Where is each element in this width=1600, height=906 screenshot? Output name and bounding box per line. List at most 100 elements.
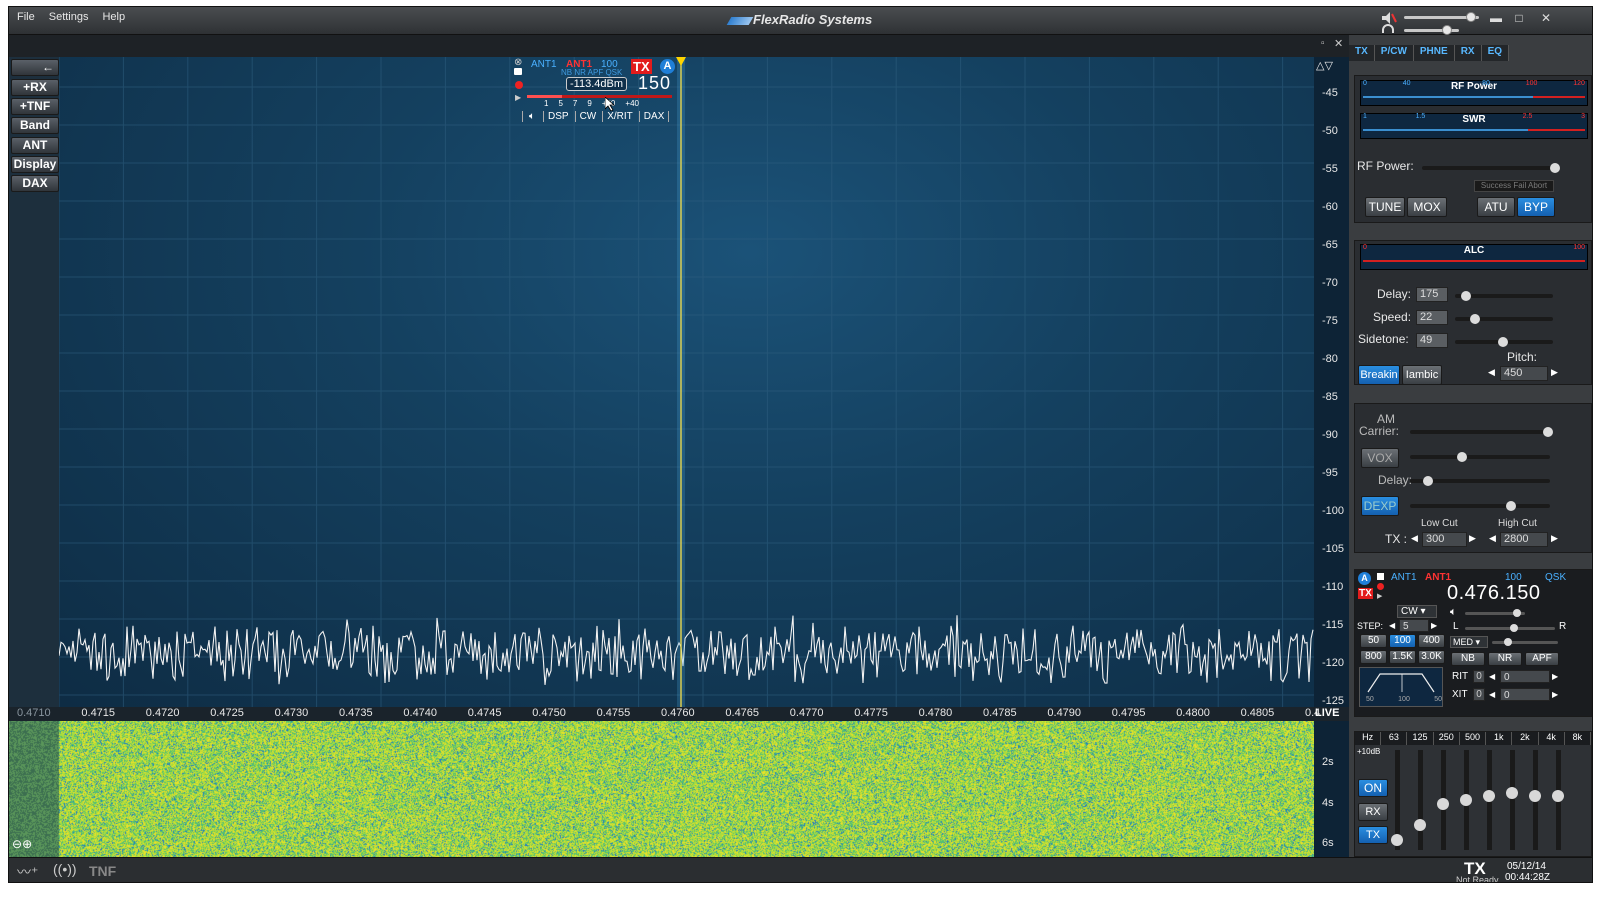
- xit-value[interactable]: 0: [1500, 688, 1550, 701]
- bypass-button[interactable]: BYP: [1517, 197, 1555, 217]
- eq-tx-button[interactable]: TX: [1358, 826, 1388, 844]
- cw-delay-value[interactable]: 175: [1416, 287, 1448, 302]
- pan-float-icon[interactable]: ▫: [1321, 38, 1325, 49]
- add-rx-button[interactable]: +RX: [11, 79, 59, 96]
- menu-file[interactable]: File: [17, 11, 35, 23]
- filter-button[interactable]: 50: [1360, 634, 1387, 648]
- filter-button[interactable]: 3.0K: [1418, 650, 1445, 664]
- filter-button[interactable]: 1.5K: [1389, 650, 1416, 664]
- rx-tx-badge[interactable]: TX: [1358, 588, 1373, 599]
- high-cut-up-icon[interactable]: ▶: [1551, 533, 1558, 544]
- collapse-arrow-button[interactable]: ←: [11, 59, 59, 76]
- eq-band-slider[interactable]: [1552, 750, 1564, 850]
- rf-power-slider[interactable]: [1422, 163, 1560, 173]
- slice-tx-badge[interactable]: TX: [631, 59, 652, 74]
- slice-rx-ant[interactable]: ANT1: [531, 59, 557, 70]
- atu-button[interactable]: ATU: [1477, 197, 1515, 217]
- eq-band-slider[interactable]: [1483, 750, 1495, 850]
- waterfall[interactable]: [9, 721, 1314, 858]
- step-value[interactable]: 5: [1399, 619, 1429, 632]
- filter-passband-graphic[interactable]: 50 100 50: [1359, 667, 1443, 707]
- eq-slider-knob[interactable]: [1506, 786, 1518, 799]
- antenna-icon[interactable]: ((•)): [53, 861, 77, 877]
- panadapter[interactable]: ⊗ ▶ ANT1 ANT1 100 NB NR APF QSK TX A -11…: [59, 57, 1314, 707]
- add-tnf-button[interactable]: +TNF: [11, 98, 59, 115]
- rx-volume-icon[interactable]: 🔈︎: [1450, 606, 1457, 619]
- rx-lock-icon[interactable]: [1377, 573, 1384, 580]
- eq-band-slider[interactable]: [1529, 750, 1541, 850]
- dexp-slider[interactable]: [1410, 501, 1550, 511]
- filter-button[interactable]: 100: [1389, 634, 1416, 648]
- tab-tx[interactable]: TX: [1349, 45, 1375, 61]
- close-button[interactable]: ✕: [1536, 9, 1556, 27]
- minimize-button[interactable]: ▬: [1486, 9, 1506, 27]
- cw-speed-value[interactable]: 22: [1416, 310, 1448, 325]
- rx-volume-slider[interactable]: [1465, 609, 1525, 617]
- slice-tab-cw[interactable]: CW: [574, 111, 601, 122]
- pitch-up-icon[interactable]: ▶: [1551, 367, 1558, 378]
- rit-value[interactable]: 0: [1500, 670, 1550, 683]
- eq-slider-knob[interactable]: [1529, 789, 1541, 802]
- eq-band-slider[interactable]: [1506, 750, 1518, 850]
- filter-button[interactable]: 800: [1360, 650, 1387, 664]
- rit-toggle[interactable]: 0: [1473, 670, 1485, 683]
- rx-play-icon[interactable]: ▶: [1377, 592, 1382, 600]
- agc-threshold-slider[interactable]: [1492, 638, 1558, 646]
- eq-slider-knob[interactable]: [1437, 798, 1449, 811]
- breakin-button[interactable]: Breakin: [1358, 365, 1400, 385]
- rx-ant-label[interactable]: ANT1: [1391, 572, 1417, 583]
- rx-frequency[interactable]: 0.476.150: [1447, 582, 1540, 605]
- iambic-button[interactable]: Iambic: [1402, 365, 1442, 385]
- xit-toggle[interactable]: 0: [1473, 688, 1485, 701]
- add-pan-icon[interactable]: 〰⁺: [17, 862, 38, 882]
- eq-slider-knob[interactable]: [1483, 789, 1495, 802]
- rit-up-icon[interactable]: ▶: [1552, 672, 1558, 681]
- high-cut-value[interactable]: 2800: [1500, 532, 1548, 547]
- tnf-toggle[interactable]: TNF: [89, 863, 116, 879]
- low-cut-value[interactable]: 300: [1422, 532, 1467, 547]
- pan-close-icon[interactable]: ✕: [1334, 37, 1343, 50]
- mode-select[interactable]: CW ▾: [1397, 605, 1437, 618]
- cw-sidetone-slider[interactable]: [1455, 337, 1553, 347]
- eq-slider-knob[interactable]: [1391, 833, 1403, 846]
- cw-sidetone-value[interactable]: 49: [1416, 333, 1448, 348]
- slice-play-icon[interactable]: ▶: [515, 93, 521, 102]
- pitch-down-icon[interactable]: ◀: [1488, 367, 1495, 378]
- xit-up-icon[interactable]: ▶: [1552, 690, 1558, 699]
- low-cut-down-icon[interactable]: ◀: [1411, 533, 1418, 544]
- filter-button[interactable]: 400: [1418, 634, 1445, 648]
- dbm-axis[interactable]: △▽ -45 -50 -55 -60 -65 -70 -75 -80 -85 -90 -95 -100…: [1314, 57, 1349, 712]
- low-cut-up-icon[interactable]: ▶: [1469, 533, 1476, 544]
- eq-slider-knob[interactable]: [1414, 818, 1426, 831]
- slice-close-icon[interactable]: ⊗: [514, 57, 522, 68]
- am-carrier-slider[interactable]: [1410, 427, 1553, 437]
- slice-frequency-suffix[interactable]: 150: [638, 73, 671, 94]
- cw-delay-slider[interactable]: [1455, 291, 1553, 301]
- slice-tab-dsp[interactable]: DSP: [543, 111, 573, 122]
- eq-band-slider[interactable]: [1460, 750, 1472, 850]
- display-button[interactable]: Display: [11, 156, 59, 173]
- slice-tab-dax[interactable]: DAX: [638, 111, 670, 122]
- vox-button[interactable]: VOX: [1361, 448, 1399, 468]
- nr-button[interactable]: NR: [1488, 652, 1522, 666]
- agc-select[interactable]: MED ▾: [1450, 636, 1488, 648]
- slice-lock-icon[interactable]: [514, 68, 522, 75]
- tune-button[interactable]: TUNE: [1365, 197, 1405, 217]
- apf-button[interactable]: APF: [1525, 652, 1559, 666]
- menu-settings[interactable]: Settings: [49, 11, 89, 23]
- menu-help[interactable]: Help: [102, 11, 125, 23]
- tab-phne[interactable]: PHNE: [1414, 45, 1455, 61]
- slice-tab-xrit[interactable]: X/RIT: [602, 111, 637, 122]
- tab-pcw[interactable]: P/CW: [1375, 45, 1414, 61]
- step-down-icon[interactable]: ◀: [1389, 621, 1395, 630]
- xit-down-icon[interactable]: ◀: [1489, 690, 1495, 699]
- eq-slider-knob[interactable]: [1460, 794, 1472, 806]
- vox-delay-slider[interactable]: [1410, 476, 1550, 486]
- eq-rx-button[interactable]: RX: [1358, 803, 1388, 821]
- slice-volume-icon[interactable]: 🔈︎: [522, 111, 541, 122]
- high-cut-down-icon[interactable]: ◀: [1489, 533, 1496, 544]
- tab-rx[interactable]: RX: [1455, 45, 1482, 61]
- ant-button[interactable]: ANT: [11, 137, 59, 154]
- vox-level-slider[interactable]: [1410, 452, 1550, 462]
- tab-eq[interactable]: EQ: [1482, 45, 1510, 61]
